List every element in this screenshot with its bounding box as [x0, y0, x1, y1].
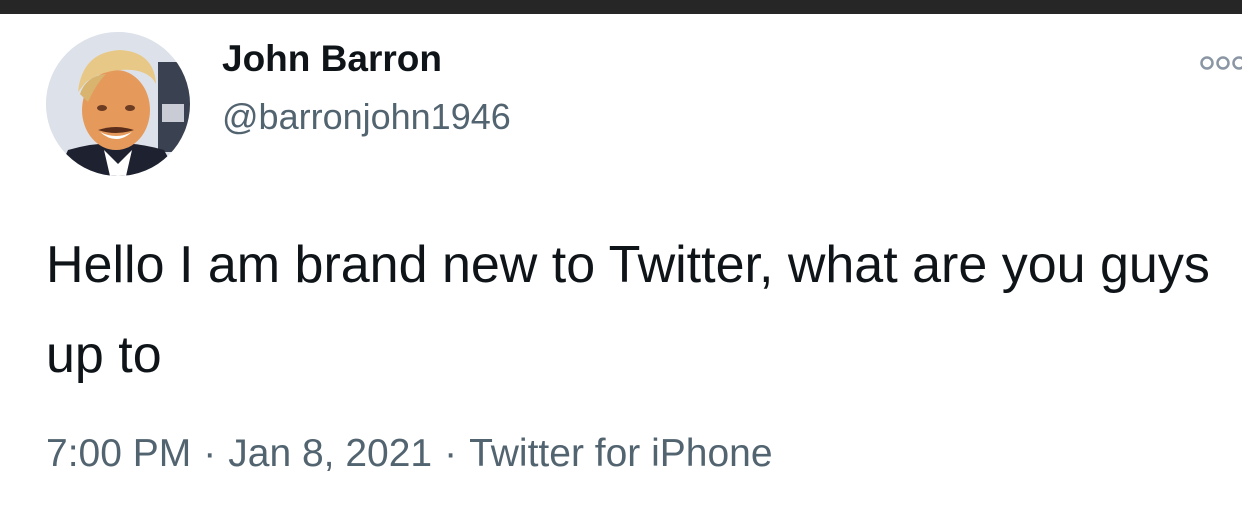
tweet-source[interactable]: Twitter for iPhone [469, 432, 772, 475]
avatar[interactable] [46, 32, 190, 176]
more-options-icon[interactable] [1198, 54, 1242, 72]
tweet-text: Hello I am brand new to Twitter, what ar… [46, 236, 1210, 384]
tweet-date[interactable]: Jan 8, 2021 [228, 432, 432, 475]
tweet-time[interactable]: 7:00 PM [46, 432, 191, 475]
handle[interactable]: @barronjohn1946 [222, 96, 511, 138]
separator-dot: · [203, 432, 217, 475]
tweet-meta: 7:00 PM · Jan 8, 2021 · Twitter for iPhone [46, 432, 773, 476]
tweet-card: John Barron @barronjohn1946 Hello I am b… [0, 14, 1242, 506]
display-name[interactable]: John Barron [222, 38, 442, 80]
profile-photo-icon [46, 32, 190, 176]
top-bar [0, 0, 1242, 14]
separator-dot: · [444, 432, 458, 475]
